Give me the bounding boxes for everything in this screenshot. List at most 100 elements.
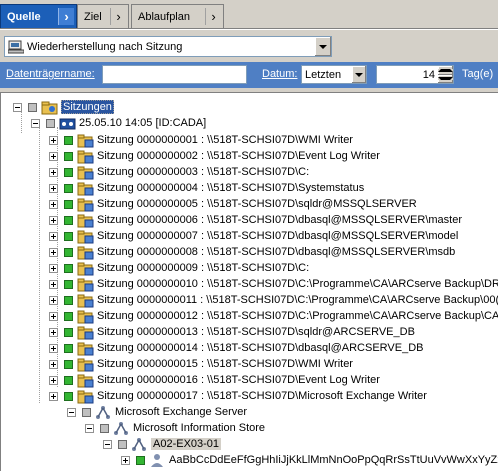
- checkbox[interactable]: [64, 135, 73, 145]
- expand-icon[interactable]: [49, 247, 58, 257]
- checkbox[interactable]: [64, 215, 73, 225]
- checkbox[interactable]: [64, 167, 73, 177]
- checkbox[interactable]: [46, 118, 55, 128]
- tree-node-session[interactable]: Sitzung 0000000004 : \\518T-SCHSI07D\Sys…: [49, 180, 364, 196]
- tree-node-session[interactable]: Sitzung 0000000003 : \\518T-SCHSI07D\C:: [49, 164, 309, 180]
- checkbox[interactable]: [64, 343, 73, 353]
- tree-node-session[interactable]: Sitzung 0000000002 : \\518T-SCHSI07D\Eve…: [49, 148, 380, 164]
- dropdown-arrow-button[interactable]: [314, 37, 331, 56]
- tree-node-session[interactable]: Sitzung 0000000009 : \\518T-SCHSI07D\C:: [49, 260, 309, 276]
- date-label: Datum:: [262, 68, 298, 80]
- tree-node-session[interactable]: Sitzung 0000000015 : \\518T-SCHSI07D\WMI…: [49, 356, 353, 372]
- session-icon: [77, 150, 94, 163]
- tab-quelle[interactable]: Quelle ›: [0, 4, 77, 28]
- chevron-right-icon: ›: [205, 8, 221, 25]
- expand-icon[interactable]: [49, 151, 58, 161]
- tree-node-date[interactable]: 25.05.10 14:05 [ID:CADA]: [31, 115, 206, 131]
- expand-icon[interactable]: [49, 231, 58, 241]
- collapse-icon[interactable]: [85, 423, 94, 433]
- checkbox[interactable]: [64, 231, 73, 241]
- date-range-arrow-button[interactable]: [351, 66, 366, 83]
- tree-node-session[interactable]: Sitzung 0000000012 : \\518T-SCHSI07D\C:\…: [49, 308, 498, 324]
- checkbox[interactable]: [82, 407, 91, 417]
- checkbox[interactable]: [28, 102, 37, 112]
- expand-icon[interactable]: [49, 215, 58, 225]
- session-icon: [77, 310, 94, 323]
- tree-node-label: Sitzung 0000000008 : \\518T-SCHSI07D\dba…: [97, 246, 456, 258]
- checkbox[interactable]: [64, 327, 73, 337]
- tab-label: Quelle: [7, 10, 41, 23]
- expand-icon[interactable]: [49, 327, 58, 337]
- session-tree[interactable]: Sitzungen 25.05.10 14:05 [ID:CADA] Sitzung…: [0, 92, 498, 471]
- checkbox[interactable]: [64, 183, 73, 193]
- expand-icon[interactable]: [49, 135, 58, 145]
- tab-ziel[interactable]: Ziel ›: [77, 4, 129, 28]
- checkbox[interactable]: [64, 311, 73, 321]
- date-range-select[interactable]: Letzten: [301, 65, 367, 84]
- tree-node-sessions[interactable]: Sitzungen: [13, 99, 114, 115]
- expand-icon[interactable]: [49, 359, 58, 369]
- checkbox[interactable]: [136, 455, 145, 465]
- tree-node-session[interactable]: Sitzung 0000000017 : \\518T-SCHSI07D\Mic…: [49, 388, 427, 404]
- session-icon: [77, 358, 94, 371]
- tree-node-session[interactable]: Sitzung 0000000014 : \\518T-SCHSI07D\dba…: [49, 340, 423, 356]
- checkbox[interactable]: [64, 247, 73, 257]
- checkbox[interactable]: [64, 279, 73, 289]
- checkbox[interactable]: [64, 263, 73, 273]
- checkbox[interactable]: [64, 359, 73, 369]
- expand-icon[interactable]: [49, 343, 58, 353]
- exchange-icon: [132, 437, 146, 451]
- expand-icon[interactable]: [49, 167, 58, 177]
- checkbox[interactable]: [64, 391, 73, 401]
- collapse-icon[interactable]: [31, 118, 40, 128]
- tree-node-label: A02-EX03-01: [151, 438, 222, 450]
- tree-node-label: Sitzung 0000000017 : \\518T-SCHSI07D\Mic…: [97, 390, 427, 402]
- tree-node-session[interactable]: Sitzung 0000000008 : \\518T-SCHSI07D\dba…: [49, 244, 455, 260]
- checkbox[interactable]: [64, 295, 73, 305]
- session-icon: [77, 278, 94, 291]
- restore-mode-dropdown[interactable]: Wiederherstellung nach Sitzung: [4, 36, 332, 57]
- collapse-icon[interactable]: [103, 439, 112, 449]
- days-stepper[interactable]: 14: [376, 65, 454, 84]
- chevron-down-icon: [319, 44, 327, 49]
- media-name-label: Datenträgername:: [6, 68, 95, 80]
- expand-icon[interactable]: [49, 375, 58, 385]
- expand-icon[interactable]: [49, 391, 58, 401]
- days-increment-button[interactable]: [438, 66, 453, 75]
- session-icon: [77, 374, 94, 387]
- expand-icon[interactable]: [49, 295, 58, 305]
- collapse-icon[interactable]: [67, 407, 76, 417]
- tree-node-session[interactable]: Sitzung 0000000001 : \\518T-SCHSI07D\WMI…: [49, 132, 353, 148]
- expand-icon[interactable]: [49, 183, 58, 193]
- tree-node-session[interactable]: Sitzung 0000000016 : \\518T-SCHSI07D\Eve…: [49, 372, 380, 388]
- tab-divider: [0, 28, 498, 30]
- tree-node-session[interactable]: Sitzung 0000000011 : \\518T-SCHSI07D\C:\…: [49, 292, 498, 308]
- expand-icon[interactable]: [49, 263, 58, 273]
- expand-icon[interactable]: [49, 311, 58, 321]
- checkbox[interactable]: [118, 439, 127, 449]
- exchange-icon: [114, 421, 128, 435]
- tree-node-session[interactable]: Sitzung 0000000005 : \\518T-SCHSI07D\sql…: [49, 196, 417, 212]
- collapse-icon[interactable]: [13, 102, 22, 112]
- checkbox[interactable]: [64, 151, 73, 161]
- expand-icon[interactable]: [121, 455, 130, 465]
- checkbox[interactable]: [64, 199, 73, 209]
- restore-mode-value: Wiederherstellung nach Sitzung: [27, 40, 183, 53]
- tree-node-exchange-server[interactable]: Microsoft Exchange Server: [67, 404, 247, 420]
- tree-node-info-store[interactable]: Microsoft Information Store: [85, 420, 265, 436]
- tree-node-session[interactable]: Sitzung 0000000007 : \\518T-SCHSI07D\dba…: [49, 228, 458, 244]
- days-unit-label: Tag(e): [462, 68, 494, 80]
- tab-ablaufplan[interactable]: Ablaufplan ›: [131, 4, 224, 28]
- checkbox[interactable]: [100, 423, 109, 433]
- tree-node-session[interactable]: Sitzung 0000000006 : \\518T-SCHSI07D\dba…: [49, 212, 462, 228]
- tree-node-mailbox[interactable]: AaBbCcDdEeFfGgHhIiJjKkLlMmNnOoPpQqRrSsTt…: [121, 452, 498, 468]
- tree-node-session[interactable]: Sitzung 0000000013 : \\518T-SCHSI07D\sql…: [49, 324, 415, 340]
- expand-icon[interactable]: [49, 199, 58, 209]
- tree-node-session[interactable]: Sitzung 0000000010 : \\518T-SCHSI07D\C:\…: [49, 276, 498, 292]
- media-name-input[interactable]: [102, 65, 247, 84]
- tree-node-server[interactable]: A02-EX03-01: [103, 436, 222, 452]
- expand-icon[interactable]: [49, 279, 58, 289]
- days-decrement-button[interactable]: [438, 74, 453, 83]
- checkbox[interactable]: [64, 375, 73, 385]
- tree-node-label: Sitzung 0000000010 : \\518T-SCHSI07D\C:\…: [97, 278, 498, 290]
